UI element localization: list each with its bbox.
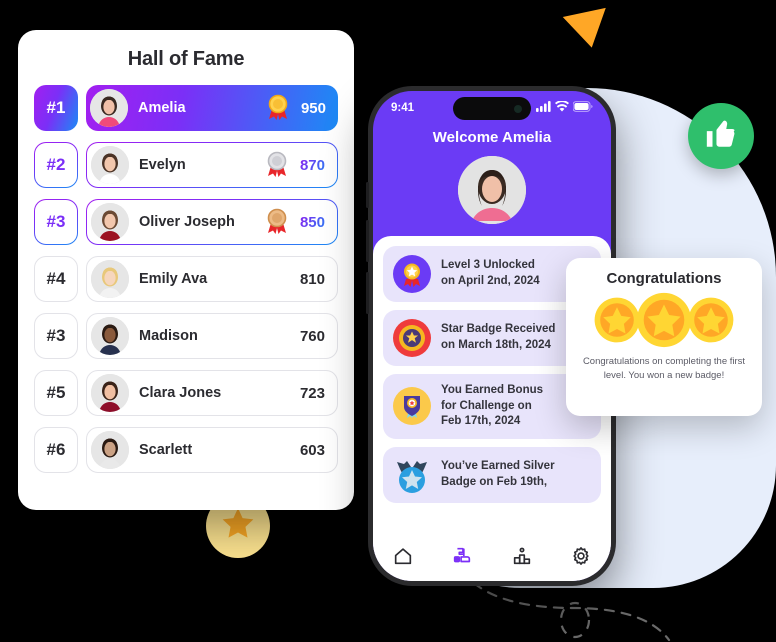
poster-canvas: Hall of Fame #1 Amelia 950 #2 Evelyn 870… [0,0,776,642]
avatar [91,203,129,241]
thumbs-up-badge [688,103,754,169]
coin-icon [688,296,734,344]
player-name: Clara Jones [139,385,222,401]
player-score: 870 [299,156,325,174]
table-row[interactable]: #1 Amelia 950 [34,85,338,131]
player-name: Amelia [138,100,186,116]
player-score: 760 [299,327,325,345]
player-name: Madison [139,328,198,344]
rank-badge: #2 [34,142,78,188]
home-icon[interactable] [392,545,414,567]
dynamic-island [453,97,531,120]
notification-line: on April 2nd, 2024 [441,275,540,287]
coin-icon [635,291,693,349]
coin-icon [594,296,640,344]
notification-line: Star Badge Received [441,323,556,336]
avatar [90,89,128,127]
wifi-icon [555,100,569,115]
avatar [91,146,129,184]
table-row[interactable]: #3 Madison 760 [34,313,338,359]
battery-icon [572,101,593,115]
player-name: Oliver Joseph [139,214,235,230]
leaderboard-list: #1 Amelia 950 #2 Evelyn 870 #3 Oliver Jo… [34,85,338,473]
player-name: Emily Ava [139,271,208,287]
row-body[interactable]: Madison 760 [86,313,338,359]
list-item[interactable]: You’ve Earned Silver Badge on Feb 19th, [383,446,601,503]
table-row[interactable]: #2 Evelyn 870 [34,142,338,188]
congrats-title: Congratulations [606,270,722,287]
row-body[interactable]: Evelyn 870 [86,142,338,188]
gold-medal-icon [265,94,291,122]
star-badge-icon [393,319,431,357]
notification-text: You’ve Earned Silver Badge on Feb 19th, [441,459,555,490]
thumbs-up-icon [704,117,738,156]
player-score: 810 [299,270,325,288]
bronze-medal-icon [264,208,290,236]
rank-badge: #4 [34,256,78,302]
rank-badge: #3 [34,199,78,245]
player-score: 950 [300,99,326,117]
silver-medal-icon [264,151,290,179]
notification-text: Star Badge Received on March 18th, 2024 [441,322,555,353]
cellular-signal-icon [536,101,551,115]
row-body[interactable]: Oliver Joseph 850 [86,199,338,245]
welcome-heading: Welcome Amelia [432,129,552,146]
player-score: 603 [299,441,325,459]
notification-line: Feb 17th, 2024 [441,415,521,428]
rank-badge: #1 [34,85,78,131]
row-body[interactable]: Amelia 950 [86,85,338,131]
table-row[interactable]: #4 Emily Ava 810 [34,256,338,302]
avatar [458,156,526,224]
silver-badge-icon [393,456,431,494]
player-name: Evelyn [139,157,186,173]
notification-line: Level 3 Unlocked [441,259,535,272]
row-body[interactable]: Scarlett 603 [86,427,338,473]
notification-line: Badge on Feb 19th, [441,475,548,488]
avatar [91,260,129,298]
rank-badge: #6 [34,427,78,473]
table-row[interactable]: #3 Oliver Joseph 850 [34,199,338,245]
orange-triangle-icon [562,7,614,53]
table-row[interactable]: #5 Clara Jones 723 [34,370,338,416]
podium-icon[interactable] [511,545,533,567]
row-body[interactable]: Emily Ava 810 [86,256,338,302]
player-score: 723 [299,384,325,402]
phone-volume-button[interactable] [366,272,369,314]
avatar [91,317,129,355]
bonus-badge-icon [393,387,431,426]
coin-group [580,291,748,349]
notification-text: Level 3 Unlocked on April 2nd, 2024 [441,258,540,289]
player-name: Scarlett [139,442,193,458]
status-time: 9:41 [391,102,415,114]
notification-line: on March 18th, 2024 [441,339,551,351]
row-body[interactable]: Clara Jones 723 [86,370,338,416]
rank-badge: #5 [34,370,78,416]
hall-of-fame-card: Hall of Fame #1 Amelia 950 #2 Evelyn 870… [18,30,354,510]
avatar [91,374,129,412]
notification-line: for Challenge on [441,399,532,412]
player-score: 850 [299,213,325,231]
page-title: Hall of Fame [127,48,245,70]
avatar [91,431,129,469]
notification-text: You Earned Bonus for Challenge on Feb 17th… [441,383,543,430]
level-badge-icon [393,255,431,293]
notification-line: You Earned Bonus [441,384,544,396]
rank-badge: #3 [34,313,78,359]
badge-icon[interactable] [451,545,473,567]
bottom-navigation [373,531,611,581]
notification-line: You’ve Earned Silver [441,460,555,473]
congratulations-popup: Congratulations Congratulations on compl… [566,258,762,416]
star-icon [219,505,257,548]
table-row[interactable]: #6 Scarlett 603 [34,427,338,473]
gear-icon[interactable] [570,545,592,567]
congrats-message: Congratulations on completing the first … [582,356,746,382]
